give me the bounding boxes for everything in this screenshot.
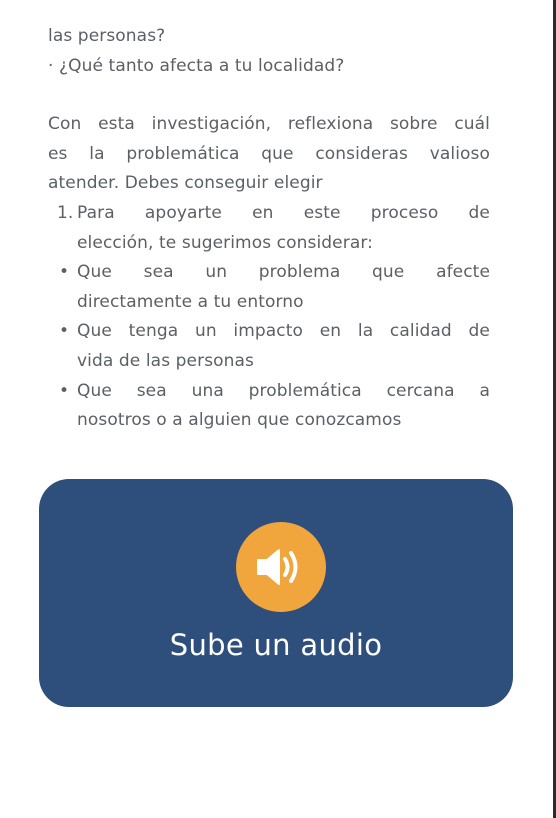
list-item-line-2: vida de las personas [77, 350, 254, 371]
list-bullet-marker: • [59, 262, 70, 283]
upload-audio-button[interactable]: Sube un audio [39, 479, 513, 707]
paragraph-line-2: es la problemática que consideras valios… [48, 143, 490, 164]
list-item-line-1: Para apoyarte en este proceso de [77, 202, 490, 223]
list-item-line-2: nosotros o a alguien que conozcamos [77, 410, 402, 431]
list-item: 1. Para apoyarte en este proceso de elec… [48, 199, 490, 258]
list-number-marker: 1. [57, 202, 74, 223]
list-bullet-marker: • [59, 321, 70, 342]
list-item-line-1: Que sea un problema que afecte [77, 262, 490, 283]
list-item: • Que sea una problemática cercana a nos… [48, 377, 490, 436]
intro-line-2: · ¿Qué tanto afecta a tu localidad? [48, 55, 345, 76]
speaker-volume-icon-glyph [257, 549, 298, 585]
list-item-line-1: Que sea una problemática cercana a [77, 380, 490, 401]
list-item-line-1: Que tenga un impacto en la calidad de [77, 321, 490, 342]
list-item: • Que tenga un impacto en la calidad de … [48, 317, 490, 376]
paragraph-line-3: atender. Debes conseguir elegir [48, 173, 323, 194]
suggestion-list: 1. Para apoyarte en este proceso de elec… [48, 199, 490, 436]
list-item-line-2: directamente a tu entorno [77, 291, 304, 312]
intro-line-1: las personas? [48, 26, 166, 46]
list-item-line-2: elección, te sugerimos considerar: [77, 232, 373, 253]
reading-content: las personas? · ¿Qué tanto afecta a tu l… [48, 22, 490, 436]
list-item: • Que sea un problema que afecte directa… [48, 258, 490, 317]
upload-audio-label: Sube un audio [169, 628, 383, 662]
speaker-volume-icon[interactable] [236, 522, 326, 612]
paragraph-line-1: Con esta investigación, reflexiona sobre… [48, 114, 490, 135]
list-bullet-marker: • [59, 380, 70, 401]
